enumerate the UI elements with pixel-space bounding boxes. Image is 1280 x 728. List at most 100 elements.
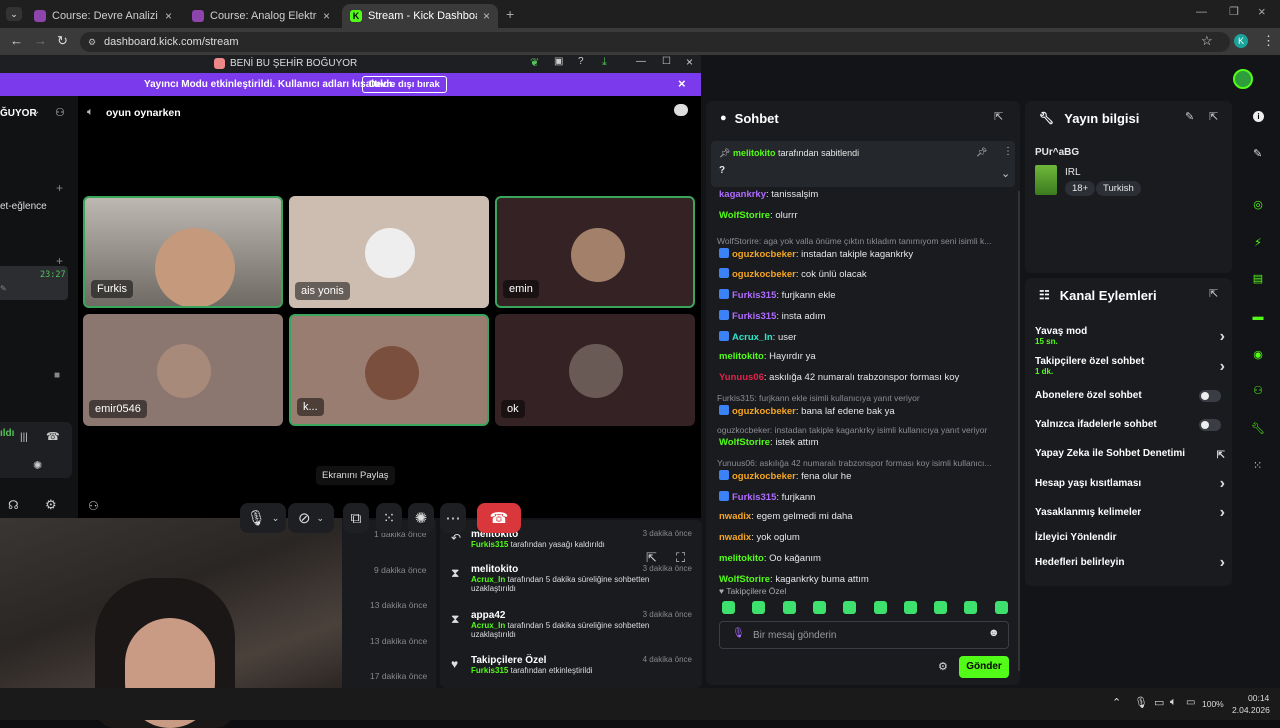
add-channel-icon[interactable]: + — [56, 181, 63, 195]
chat-message[interactable]: kagankrky: tanissalşim — [719, 189, 818, 200]
chevron-down-icon[interactable]: ⌄ — [32, 106, 40, 117]
help-icon[interactable]: ? — [578, 56, 584, 67]
microphone-button[interactable]: 🎙︎ ⌄ — [240, 503, 286, 533]
chat-message[interactable]: nwadix: egem gelmedi mi daha — [719, 511, 853, 522]
tab-analog-elektronik[interactable]: Course: Analog Elektronik I (Ya × — [184, 4, 338, 28]
chat-icon[interactable]: ▬ — [1249, 308, 1267, 326]
emote-icon[interactable] — [782, 601, 796, 614]
popout-icon[interactable]: ⇱ — [994, 110, 1003, 123]
chevron-down-icon[interactable]: ⌄ — [1001, 167, 1010, 180]
toggle-switch[interactable] — [1199, 419, 1221, 431]
channel-action-item[interactable]: Yapay Zeka ile Sohbet Denetimi ⇱ — [1035, 448, 1225, 461]
reply-context[interactable]: Furkis315: furjkann ekle isimli kullanıc… — [717, 393, 1007, 403]
chat-username[interactable]: Furkis315 — [732, 311, 776, 322]
download-icon[interactable]: ⤓ — [602, 56, 607, 69]
chat-message[interactable]: oguzkocbeker: cok ünlü olacak — [719, 268, 867, 280]
participant-tile[interactable]: k... — [289, 314, 489, 426]
emote-icon[interactable] — [843, 601, 857, 614]
screenshare-button[interactable]: ⧉ — [343, 503, 369, 533]
settings-gear-icon[interactable]: ⚙ — [45, 497, 57, 513]
chat-username[interactable]: Acrux_In — [732, 332, 773, 343]
emote-icon[interactable] — [903, 601, 917, 614]
chat-username[interactable]: melitokito — [719, 553, 764, 564]
emote-icon[interactable] — [722, 601, 735, 614]
close-icon[interactable]: × — [686, 55, 693, 69]
maximize-icon[interactable]: ☐ — [662, 56, 671, 67]
chat-message[interactable]: melitokito: Oo kağanım — [719, 553, 821, 564]
chat-username[interactable]: Yunuus06 — [719, 372, 764, 383]
chat-message[interactable]: Furkis315: furjkann ekle — [719, 289, 836, 301]
nitro-leaf-icon[interactable]: ❦ — [530, 56, 539, 69]
chat-message[interactable]: oguzkocbeker: fena olur he — [719, 470, 851, 482]
pinned-message[interactable]: 📌︎ melitokito tarafından sabitlendi ? 📌︎… — [711, 141, 1015, 187]
back-icon[interactable]: ← — [10, 33, 23, 48]
lightning-icon[interactable]: ⚡︎ — [1249, 233, 1267, 251]
channel-name[interactable]: et-eğlence — [0, 201, 47, 212]
users-icon[interactable]: ⚇ — [1249, 381, 1267, 399]
display-icon[interactable]: ▭ — [1154, 696, 1164, 709]
participant-tile[interactable]: ais yonis — [289, 196, 489, 308]
disable-streamer-mode-button[interactable]: Devre dışı bırak — [362, 76, 447, 93]
emote-icon[interactable] — [752, 601, 766, 614]
wrench-icon[interactable]: 🔧︎ — [1249, 419, 1267, 437]
activities-button[interactable]: ⁙ — [376, 503, 402, 533]
chat-username[interactable]: melitokito — [719, 351, 764, 362]
microphone-icon[interactable]: 🎙︎ — [1134, 696, 1148, 709]
tab-devre-analizi[interactable]: Course: Devre Analizi 2 (Alterna × — [26, 4, 180, 28]
broadcast-icon[interactable]: ◉ — [1249, 345, 1267, 363]
channel-action-item[interactable]: Hedefleri belirleyin › — [1035, 554, 1225, 571]
close-tab-icon[interactable]: × — [165, 9, 172, 23]
info-icon[interactable]: i — [1253, 111, 1264, 122]
chat-username[interactable]: kagankrky — [719, 189, 766, 200]
chat-username[interactable]: WolfStorire — [719, 437, 770, 448]
channel-action-item[interactable]: Yavaş mod 15 sn. › — [1035, 326, 1225, 346]
chat-username[interactable]: nwadix — [719, 511, 751, 522]
chat-username[interactable]: oguzkocbeker — [732, 471, 796, 482]
edit-icon[interactable]: ✎ — [1253, 147, 1262, 160]
headset-icon[interactable]: ☊ — [8, 498, 19, 512]
mod-action-item[interactable]: ♥ Takipçilere Özel Furkis315 tarafından … — [451, 655, 700, 675]
chat-message[interactable]: WolfStorire: olurrr — [719, 210, 797, 221]
mod-action-item[interactable]: ⧗ appa42 Acrux_In tarafından 5 dakika sü… — [451, 610, 700, 639]
user-avatar[interactable] — [1233, 69, 1253, 89]
chat-message[interactable]: WolfStorire: istek attım — [719, 437, 819, 448]
chat-message[interactable]: oguzkocbeker: bana laf edene bak ya — [719, 404, 895, 417]
chat-message[interactable]: oguzkocbeker: instadan takiple kagankrky — [719, 247, 913, 260]
tab-kick-dashboard[interactable]: K Stream - Kick Dashboard × — [342, 4, 498, 28]
edit-icon[interactable]: ✎ — [1185, 110, 1194, 123]
popout-icon[interactable]: ⇱ — [1209, 110, 1218, 123]
reply-context[interactable]: WolfStorire: aga yok valla önüme çıktın … — [717, 236, 1007, 246]
site-info-icon[interactable]: ⚙ — [88, 32, 96, 52]
minimize-icon[interactable]: — — [636, 56, 646, 67]
camera-focus-icon[interactable]: ◎ — [1249, 195, 1267, 213]
participant-tile[interactable]: ok — [495, 314, 695, 426]
channel-action-item[interactable]: Yalnızca ifadelerle sohbet — [1035, 419, 1225, 431]
send-button[interactable]: Gönder — [959, 656, 1009, 678]
emote-icon[interactable] — [934, 601, 948, 614]
chat-message[interactable]: Yunuus06: askılığa 42 numaralı trabzonsp… — [719, 372, 959, 383]
chat-message[interactable]: WolfStorire: kagankrky buma attım — [719, 574, 869, 585]
chat-username[interactable]: oguzkocbeker — [732, 269, 796, 280]
reload-icon[interactable]: ↻ — [57, 33, 68, 49]
battery-icon[interactable]: ▭ — [1186, 697, 1195, 708]
emote-icon[interactable] — [994, 601, 1008, 614]
clock-time[interactable]: 00:14 — [1248, 693, 1269, 703]
chat-scrollbar[interactable] — [1018, 191, 1020, 671]
browser-menu-icon[interactable]: ⋮ — [1262, 33, 1275, 49]
close-tab-icon[interactable]: × — [483, 9, 490, 23]
chat-message[interactable]: nwadix: yok oglum — [719, 532, 800, 543]
channel-action-item[interactable]: Yasaklanmış kelimeler › — [1035, 504, 1225, 521]
volume-icon[interactable]: 🔈︎ — [1170, 696, 1177, 709]
channel-action-item[interactable]: İzleyici Yönlendir — [1035, 532, 1225, 543]
chat-username[interactable]: oguzkocbeker — [732, 249, 796, 260]
chat-message[interactable]: Acrux_In: user — [719, 330, 796, 343]
reply-context[interactable]: oguzkocbeker: instadan takiple kagankrky… — [717, 425, 1007, 435]
unpin-icon[interactable]: 📌︎ — [976, 147, 987, 158]
participant-tile[interactable]: Furkis — [83, 196, 283, 308]
chat-message[interactable]: Furkis315: furjkann — [719, 490, 815, 503]
chat-username[interactable]: oguzkocbeker — [732, 406, 796, 417]
participant-tile[interactable]: emir0546 — [83, 314, 283, 426]
fullscreen-icon[interactable]: ⛶ — [676, 550, 685, 566]
soundboard-icon[interactable]: ✺ — [33, 459, 42, 472]
chat-username[interactable]: nwadix — [719, 532, 751, 543]
